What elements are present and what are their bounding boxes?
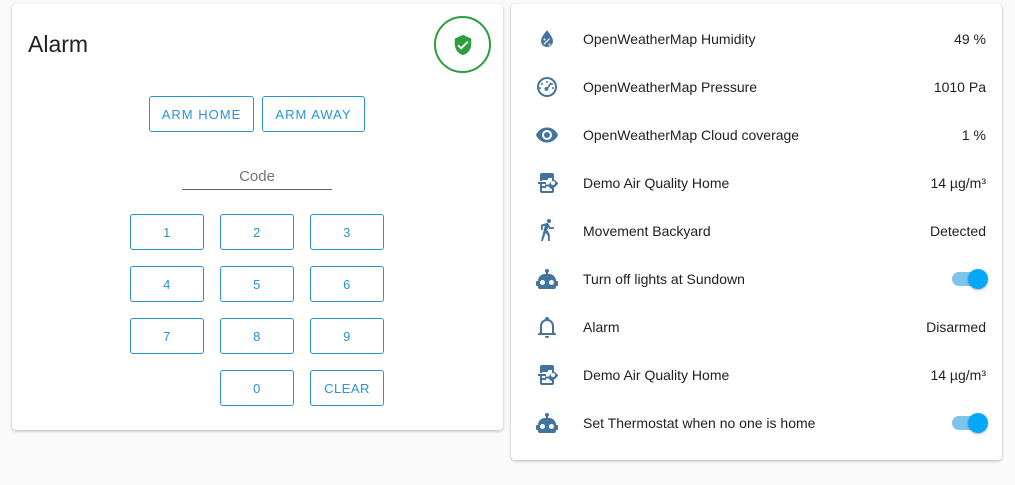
entity-row-air-quality-2[interactable]: Demo Air Quality Home 14 µg/m³ <box>511 351 1002 399</box>
entity-name: Demo Air Quality Home <box>583 367 730 383</box>
keypad-button-1[interactable]: 1 <box>130 214 204 250</box>
bell-outline-icon <box>535 315 559 339</box>
entity-value: 1010 Pa <box>933 79 986 95</box>
toggle-thumb <box>968 269 988 289</box>
entity-name: Turn off lights at Sundown <box>583 271 745 287</box>
keypad-button-6[interactable]: 6 <box>310 266 384 302</box>
entity-row-pressure[interactable]: OpenWeatherMap Pressure 1010 Pa <box>511 63 1002 111</box>
keypad-button-4[interactable]: 4 <box>130 266 204 302</box>
eye-icon <box>535 123 559 147</box>
entity-row-humidity[interactable]: OpenWeatherMap Humidity 49 % <box>511 15 1002 63</box>
walk-icon <box>535 219 559 243</box>
entity-name: Set Thermostat when no one is home <box>583 415 816 431</box>
keypad-button-2[interactable]: 2 <box>220 214 294 250</box>
entity-value: Disarmed <box>926 319 986 335</box>
arm-home-button[interactable]: ARM HOME <box>149 96 254 132</box>
entity-value: 1 % <box>961 127 986 143</box>
alarm-title: Alarm <box>28 31 89 57</box>
entity-name: OpenWeatherMap Pressure <box>583 79 758 95</box>
entity-row-alarm[interactable]: Alarm Disarmed <box>511 303 1002 351</box>
entity-row-sundown-automation[interactable]: Turn off lights at Sundown <box>511 255 1002 303</box>
arm-away-button[interactable]: ARM AWAY <box>262 96 365 132</box>
automation-toggle[interactable] <box>950 269 988 289</box>
code-field[interactable] <box>182 164 332 190</box>
entity-name: Alarm <box>583 319 620 335</box>
entity-value: 14 µg/m³ <box>930 175 986 191</box>
entity-name: Demo Air Quality Home <box>583 175 730 191</box>
entity-value: 14 µg/m³ <box>930 367 986 383</box>
entity-row-thermostat-automation[interactable]: Set Thermostat when no one is home <box>511 399 1002 447</box>
air-filter-icon <box>535 171 559 195</box>
entity-name: OpenWeatherMap Humidity <box>583 31 756 47</box>
entity-name: OpenWeatherMap Cloud coverage <box>583 127 800 143</box>
entity-row-cloud-coverage[interactable]: OpenWeatherMap Cloud coverage 1 % <box>511 111 1002 159</box>
robot-icon <box>535 411 559 435</box>
toggle-thumb <box>968 413 988 433</box>
water-percent-icon <box>535 27 559 51</box>
entity-row-air-quality[interactable]: Demo Air Quality Home 14 µg/m³ <box>511 159 1002 207</box>
keypad-button-3[interactable]: 3 <box>310 214 384 250</box>
keypad-button-8[interactable]: 8 <box>220 318 294 354</box>
automation-toggle[interactable] <box>950 413 988 433</box>
entity-name: Movement Backyard <box>583 223 711 239</box>
code-input[interactable] <box>182 164 332 188</box>
keypad-button-7[interactable]: 7 <box>130 318 204 354</box>
keypad-button-0[interactable]: 0 <box>220 370 294 406</box>
keypad-clear-button[interactable]: CLEAR <box>310 370 384 406</box>
entity-value: 49 % <box>954 31 986 47</box>
gauge-icon <box>535 75 559 99</box>
robot-icon <box>535 267 559 291</box>
air-filter-icon <box>535 363 559 387</box>
shield-check-icon <box>454 34 471 55</box>
entity-row-movement[interactable]: Movement Backyard Detected <box>511 207 1002 255</box>
entities-card: OpenWeatherMap Humidity 49 % OpenWeather… <box>511 4 1002 460</box>
entity-value: Detected <box>929 223 986 239</box>
keypad-button-9[interactable]: 9 <box>310 318 384 354</box>
keypad-button-5[interactable]: 5 <box>220 266 294 302</box>
alarm-panel-card: Alarm ARM HOME ARM AWAY 1 2 3 4 5 6 7 8 … <box>12 4 503 430</box>
alarm-state-badge[interactable] <box>434 16 491 73</box>
